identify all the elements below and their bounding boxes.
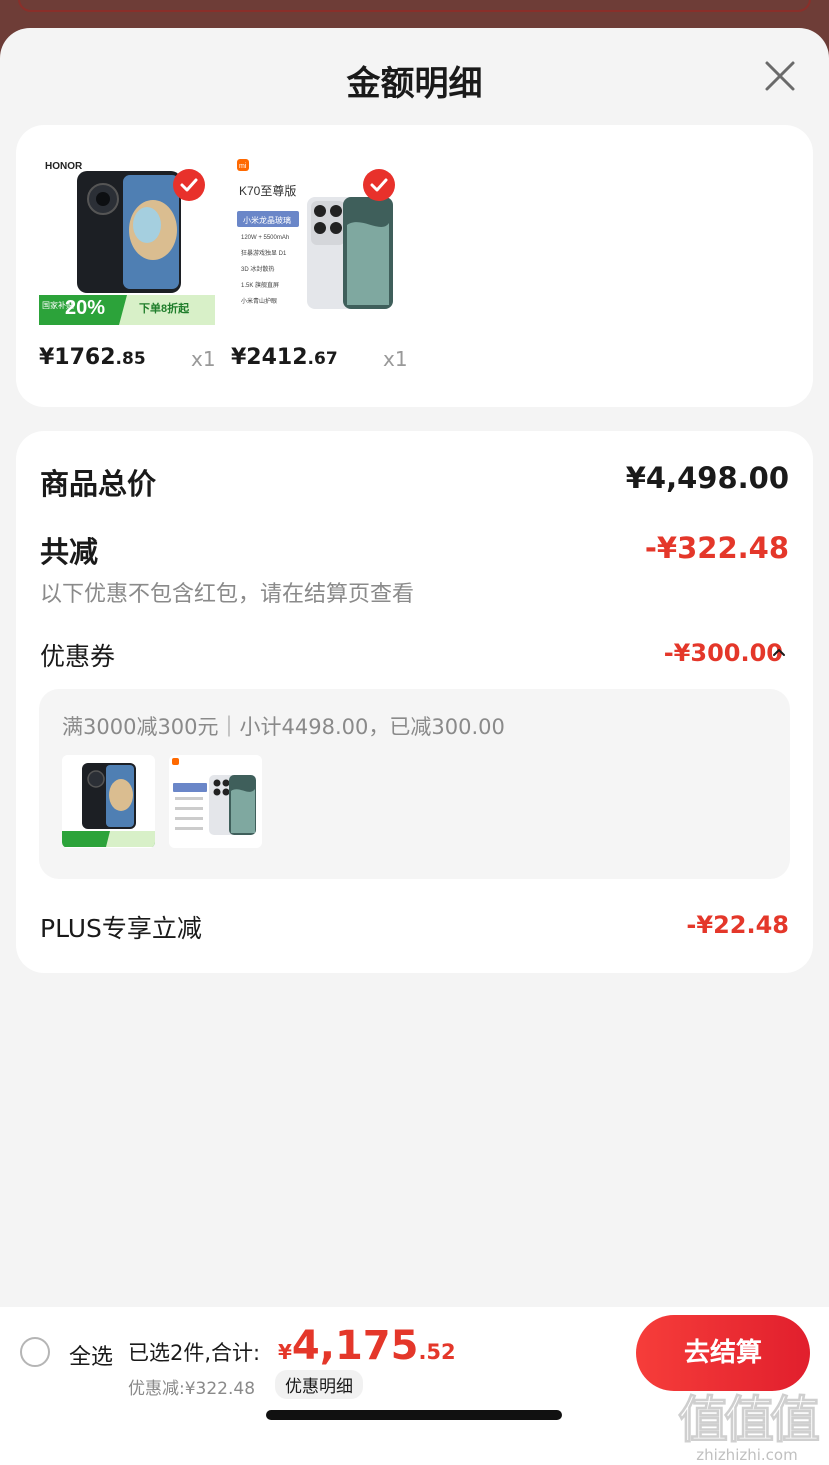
selected-count: 已选2件,合计: <box>128 1341 261 1365</box>
check-icon[interactable] <box>363 169 395 201</box>
price-detail-card: 商品总价 ¥4,498.00 共减 -¥322.48 以下优惠不包含红包，请在结… <box>16 431 813 973</box>
product-item-redmi[interactable]: mi K70至尊版 小米龙晶玻璃 120W + 5500mAh 狂暴游戏独显 D… <box>231 155 411 385</box>
select-all-label[interactable]: 全选 <box>69 1339 113 1371</box>
amount-detail-sheet: 金额明细 HONOR 国家补贴 20% 下单8折起 ¥1762.85 x1 mi… <box>0 28 829 1465</box>
product-price-redmi: ¥2412.67 <box>231 345 338 370</box>
reduce-value: -¥322.48 <box>644 531 789 565</box>
total-price-value: ¥4,498.00 <box>625 461 789 495</box>
radio-icon[interactable] <box>20 1337 50 1367</box>
sheet-title: 金额明细 <box>346 64 483 104</box>
total-amount: ¥4,175.52 <box>278 1323 456 1369</box>
product-spec-line: 3D 冰封散热 <box>241 265 274 273</box>
product-spec-line: 狂暴游戏独显 D1 <box>241 249 287 257</box>
home-indicator <box>266 1410 562 1420</box>
discount-detail-link[interactable]: 优惠明细 <box>275 1370 363 1399</box>
coupon-thumb-honor <box>62 755 155 848</box>
product-spec-line: 120W + 5500mAh <box>241 235 289 241</box>
checkout-footer: 全选 已选2件,合计: ¥4,175.52 优惠减:¥322.48 优惠明细 去… <box>0 1307 829 1465</box>
product-item-honor[interactable]: HONOR 国家补贴 20% 下单8折起 ¥1762.85 x1 <box>39 155 219 385</box>
close-button[interactable] <box>760 56 800 96</box>
reduce-label: 共减 <box>40 535 99 569</box>
coupon-description: 满3000减300元｜小计4498.00，已减300.00 <box>62 715 505 739</box>
close-icon <box>765 61 795 91</box>
product-banner-pct-honor: 20% <box>65 297 105 319</box>
product-spec-line: 1.5K 旗舰直屏 <box>241 281 279 289</box>
checkout-button[interactable]: 去结算 <box>636 1315 810 1391</box>
product-model-redmi: K70至尊版 <box>239 183 296 198</box>
check-icon[interactable] <box>173 169 205 201</box>
product-qty-redmi: x1 <box>383 347 408 371</box>
total-price-label: 商品总价 <box>40 467 157 501</box>
products-card: HONOR 国家补贴 20% 下单8折起 ¥1762.85 x1 mi K70至… <box>16 125 813 407</box>
coupon-thumb-redmi <box>169 755 262 848</box>
coupon-label[interactable]: 优惠券 <box>40 637 115 673</box>
chevron-up-icon[interactable] <box>771 642 787 662</box>
product-price-honor: ¥1762.85 <box>39 345 146 370</box>
product-spec-title-redmi: 小米龙晶玻璃 <box>243 215 291 225</box>
product-spec-line: 小米青山护眼 <box>241 297 277 305</box>
plus-discount-label: PLUS专享立减 <box>40 914 202 943</box>
discount-summary: 优惠减:¥322.48 <box>128 1379 256 1399</box>
coupon-detail-box: 满3000减300元｜小计4498.00，已减300.00 <box>39 689 790 879</box>
plus-discount-value: -¥22.48 <box>686 911 789 939</box>
background-page-pill <box>18 0 811 12</box>
product-brand-honor: HONOR <box>45 161 83 172</box>
coupon-value[interactable]: -¥300.00 <box>664 639 783 667</box>
product-banner-right-honor: 下单8折起 <box>139 301 190 315</box>
product-qty-honor: x1 <box>191 347 216 371</box>
discount-note: 以下优惠不包含红包，请在结算页查看 <box>40 582 415 607</box>
product-brand-redmi: mi <box>239 163 247 170</box>
